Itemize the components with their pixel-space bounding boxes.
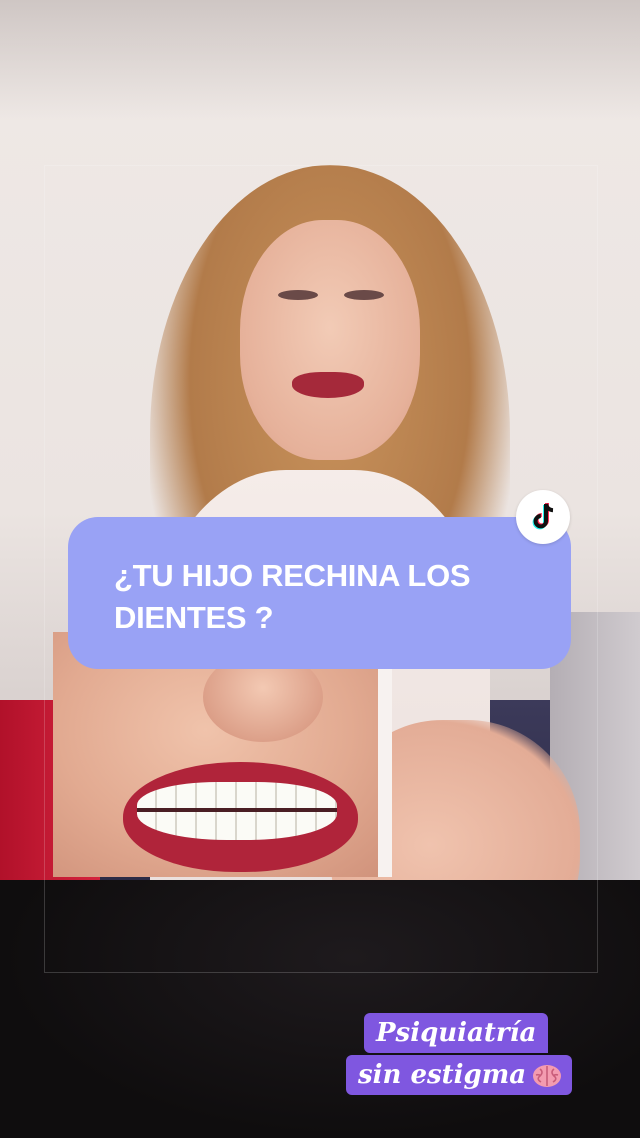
tiktok-logo-icon	[532, 503, 554, 530]
headline-text: ¿TU HIJO RECHINA LOS DIENTES ?	[114, 558, 471, 635]
tag-line-2: sin estigma	[346, 1055, 573, 1095]
inset-teeth-gap	[137, 808, 337, 812]
brain-icon	[533, 1065, 562, 1087]
tiktok-icon[interactable]	[516, 490, 570, 544]
tag-line-1: Psiquiatría	[364, 1013, 549, 1053]
tag-line-2-text: sin estigma	[358, 1060, 527, 1090]
channel-tag: Psiquiatría sin estigma	[346, 1013, 586, 1097]
wall-shadow	[0, 0, 640, 120]
headline-card: ¿TU HIJO RECHINA LOS DIENTES ?	[68, 517, 571, 669]
